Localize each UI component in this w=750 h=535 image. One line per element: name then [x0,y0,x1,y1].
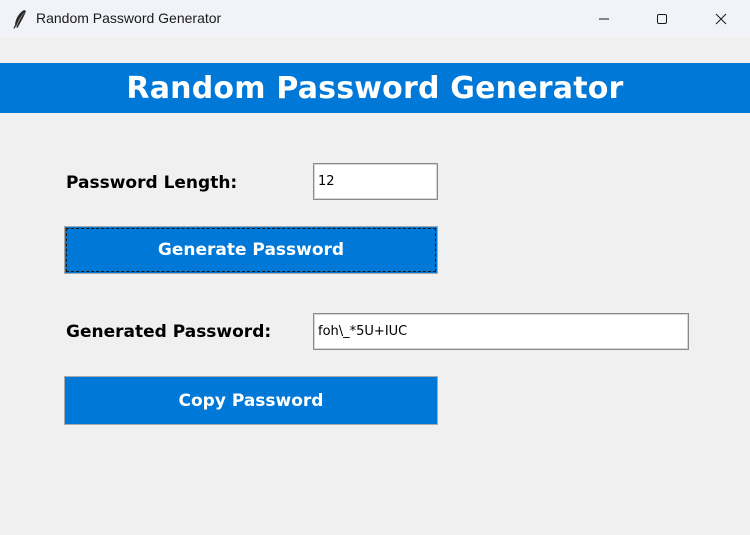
close-button[interactable] [692,0,750,38]
password-length-label: Password Length: [66,173,238,193]
feather-icon [11,9,29,29]
window-title: Random Password Generator [36,10,222,26]
maximize-icon [657,14,667,24]
header-banner: Random Password Generator [0,63,750,113]
page-title: Random Password Generator [126,70,624,106]
copy-password-button[interactable]: Copy Password [64,376,438,425]
close-icon [715,13,727,25]
app-window: Random Password Generator Random Passwor… [0,0,750,535]
title-bar[interactable]: Random Password Generator [0,0,750,38]
minimize-button[interactable] [575,0,633,38]
minimize-icon [599,18,609,20]
generated-password-field[interactable]: foh\_*5U+IUC [313,313,689,350]
password-length-input[interactable]: 12 [313,163,438,200]
generated-password-label: Generated Password: [66,322,272,342]
generate-password-button[interactable]: Generate Password [64,226,438,274]
maximize-button[interactable] [633,0,691,38]
